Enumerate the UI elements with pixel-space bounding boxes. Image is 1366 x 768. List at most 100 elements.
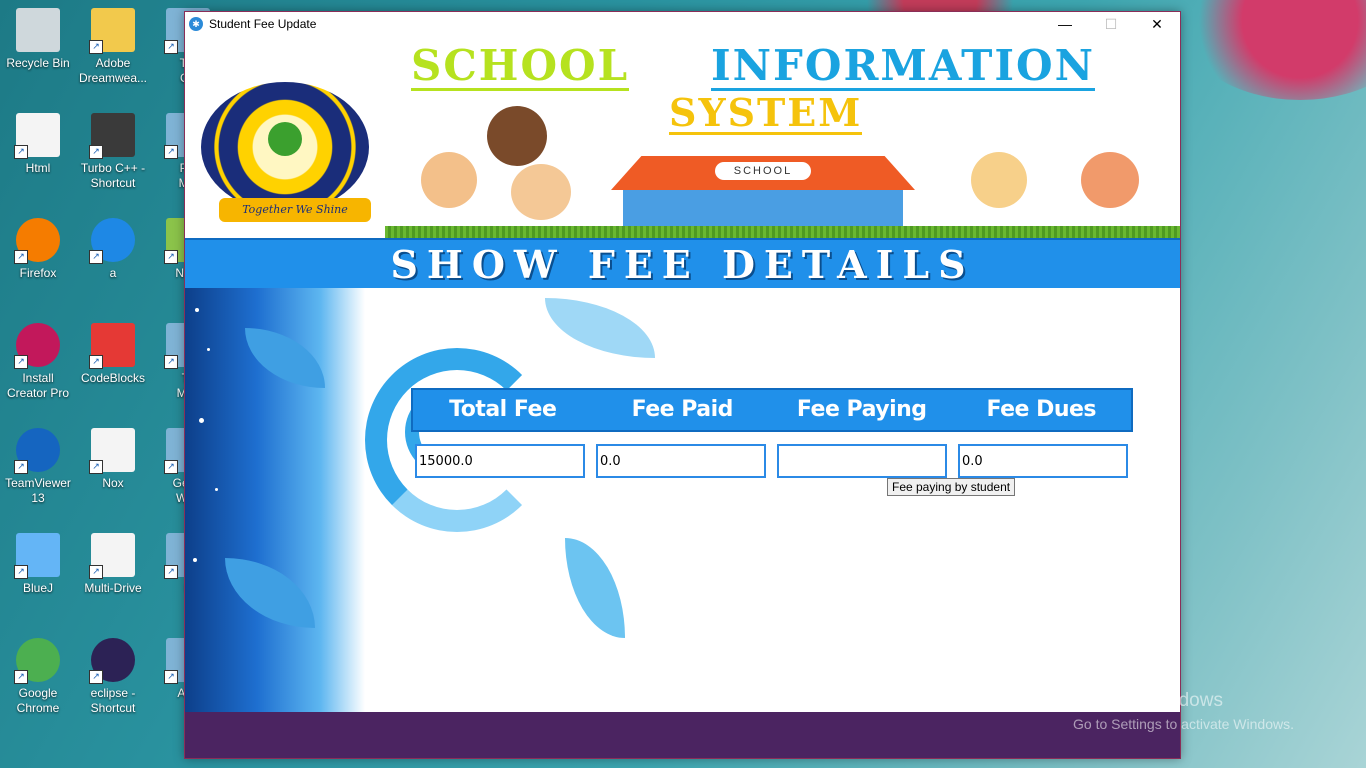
school-sign: SCHOOL — [715, 162, 811, 180]
shortcut-arrow-icon: ↗ — [89, 145, 103, 159]
footer-bar — [185, 712, 1180, 758]
kid-illustration — [971, 152, 1027, 208]
desktop-icon[interactable]: ↗ TeamViewer 13 — [0, 428, 76, 506]
recycle-bin-icon — [16, 8, 60, 52]
window-title: Student Fee Update — [209, 17, 317, 31]
page-heading-bar: SHOW FEE DETAILS — [185, 238, 1180, 290]
decoration-dot — [215, 488, 218, 491]
desktop-icon-label: a — [109, 266, 117, 280]
document-icon: ↗ — [89, 533, 135, 579]
desktop-icon[interactable]: ↗ a — [75, 218, 151, 281]
shortcut-arrow-icon: ↗ — [14, 250, 28, 264]
desktop-icon[interactable]: ↗ Install Creator Pro — [0, 323, 76, 401]
shortcut-arrow-icon: ↗ — [89, 565, 103, 579]
decoration-dot — [207, 348, 210, 351]
fee-paid-field[interactable] — [596, 444, 766, 478]
shortcut-arrow-icon: ↗ — [164, 40, 178, 54]
tree-icon — [268, 122, 302, 156]
kid-illustration — [511, 164, 571, 220]
school-logo: Together We Shine — [201, 82, 371, 222]
maximize-button[interactable]: ☐ — [1088, 12, 1134, 36]
desktop-icon[interactable]: ↗ BlueJ — [0, 533, 76, 596]
turbo-cpp-icon: ↗ — [89, 113, 135, 159]
desktop-icon-label: Recycle Bin — [6, 56, 70, 70]
close-button[interactable]: ✕ — [1134, 12, 1180, 36]
fee-paying-tooltip: Fee paying by student — [887, 478, 1016, 496]
desktop-icon[interactable]: ↗ Turbo C++ - Shortcut — [75, 113, 151, 191]
desktop-icon-label: BlueJ — [22, 581, 54, 595]
chrome-icon: ↗ — [14, 638, 60, 684]
desktop-icon[interactable]: ↗ Html — [0, 113, 76, 176]
header-fee-paying: Fee Paying — [796, 397, 927, 422]
shortcut-arrow-icon: ↗ — [164, 565, 178, 579]
fee-table-header: Total Fee Fee Paid Fee Paying Fee Dues — [411, 388, 1133, 432]
shortcut-arrow-icon: ↗ — [14, 565, 28, 579]
logo-motto: Together We Shine — [219, 198, 371, 222]
banner-title-school: SCHOOL — [411, 41, 630, 91]
minimize-button[interactable]: — — [1042, 12, 1088, 36]
shortcut-arrow-icon: ↗ — [164, 250, 178, 264]
shortcut-arrow-icon: ↗ — [89, 40, 103, 54]
shortcut-arrow-icon: ↗ — [89, 670, 103, 684]
desktop-icon-label: Install Creator Pro — [6, 371, 70, 400]
desktop-icon-label: Multi-Drive — [84, 581, 142, 595]
total-fee-field[interactable] — [415, 444, 585, 478]
shortcut-arrow-icon: ↗ — [14, 145, 28, 159]
desktop-icon-label: Firefox — [19, 266, 57, 280]
desktop-icon-label: Google Chrome — [16, 686, 60, 715]
desktop-icon-label: TeamViewer 13 — [5, 476, 71, 505]
desktop-icon[interactable]: ↗ Multi-Drive — [75, 533, 151, 596]
desktop-icon-label: CodeBlocks — [80, 371, 146, 385]
page-title: SHOW FEE DETAILS — [390, 242, 975, 287]
banner-title-system: SYSTEM — [669, 90, 863, 135]
activate-windows-watermark: Activate Windows Go to Settings to activ… — [1073, 690, 1294, 732]
banner-title-information: INFORMATION — [711, 41, 1096, 91]
desktop-icon-label: Adobe Dreamwea... — [78, 56, 148, 85]
shortcut-arrow-icon: ↗ — [164, 670, 178, 684]
edge-icon: ↗ — [89, 218, 135, 264]
desktop-icon-label: Html — [25, 161, 51, 175]
desktop-icon[interactable]: ↗ eclipse - Shortcut — [75, 638, 151, 716]
document-icon: ↗ — [14, 113, 60, 159]
kid-illustration — [421, 152, 477, 208]
shortcut-arrow-icon: ↗ — [164, 355, 178, 369]
activate-title: Activate Windows — [1073, 690, 1223, 711]
header-total-fee: Total Fee — [449, 397, 557, 422]
shortcut-arrow-icon: ↗ — [164, 145, 178, 159]
install-creator-icon: ↗ — [14, 323, 60, 369]
teamviewer-icon: ↗ — [14, 428, 60, 474]
shortcut-arrow-icon: ↗ — [14, 460, 28, 474]
fee-details-panel: Total Fee Fee Paid Fee Paying Fee Dues — [411, 388, 1133, 488]
document-icon: ↗ — [89, 428, 135, 474]
eclipse-icon: ↗ — [89, 638, 135, 684]
shortcut-arrow-icon: ↗ — [14, 670, 28, 684]
desktop-icon[interactable]: ↗ Adobe Dreamwea... — [75, 8, 151, 86]
desktop-icon[interactable]: ↗ Nox — [75, 428, 151, 491]
desktop-icon[interactable]: Recycle Bin — [0, 8, 76, 71]
title-bar[interactable]: ✱ Student Fee Update — ☐ ✕ — [185, 12, 1180, 36]
desktop-icon-label: Nox — [102, 476, 124, 490]
header-fee-paid: Fee Paid — [631, 397, 734, 422]
app-icon: ✱ — [189, 17, 203, 31]
decoration-dot — [195, 308, 199, 312]
fee-paying-field[interactable] — [777, 444, 947, 478]
kid-illustration — [487, 106, 547, 166]
desktop-icon-label: Turbo C++ - Shortcut — [80, 161, 146, 190]
shortcut-arrow-icon: ↗ — [14, 355, 28, 369]
student-fee-window: ✱ Student Fee Update — ☐ ✕ Together We S… — [184, 11, 1181, 759]
leaf-decoration — [545, 298, 655, 358]
shortcut-arrow-icon: ↗ — [164, 460, 178, 474]
school-building: SCHOOL — [611, 156, 915, 234]
grass-strip — [385, 226, 1180, 238]
fee-dues-field[interactable] — [958, 444, 1128, 478]
desktop-icon[interactable]: ↗ CodeBlocks — [75, 323, 151, 386]
wallpaper-flower — [1180, 0, 1366, 100]
desktop-icon[interactable]: ↗ Google Chrome — [0, 638, 76, 716]
desktop-icon-label: eclipse - Shortcut — [90, 686, 136, 715]
codeblocks-icon: ↗ — [89, 323, 135, 369]
header-fee-dues: Fee Dues — [986, 397, 1097, 422]
shortcut-arrow-icon: ↗ — [89, 460, 103, 474]
decoration-dot — [199, 418, 204, 423]
content-area: Total Fee Fee Paid Fee Paying Fee Dues F… — [185, 288, 1180, 712]
desktop-icon[interactable]: ↗ Firefox — [0, 218, 76, 281]
